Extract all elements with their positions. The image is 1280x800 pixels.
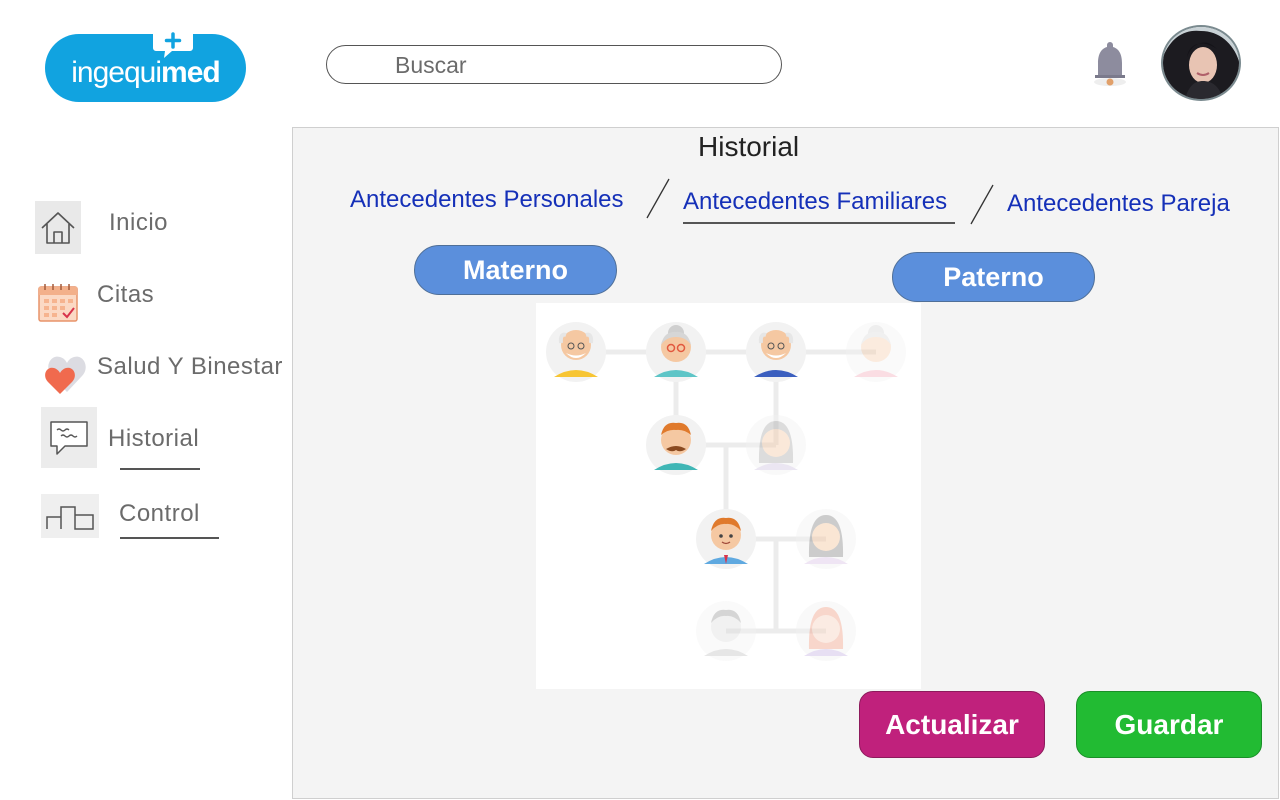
grandmother-avatar-icon <box>846 322 906 382</box>
sidebar-item-control[interactable]: Control <box>119 500 200 528</box>
search-input[interactable] <box>393 50 767 80</box>
save-button[interactable]: Guardar <box>1076 691 1262 758</box>
podium-icon[interactable] <box>41 494 99 538</box>
sidebar-item-citas[interactable]: Citas <box>97 281 154 309</box>
historial-underline <box>120 468 200 470</box>
user-photo <box>1163 27 1239 99</box>
grandmother-avatar-icon <box>646 322 706 382</box>
medical-chat-bubble-icon <box>153 30 193 58</box>
search-bar[interactable] <box>326 45 782 84</box>
daughter-avatar-icon <box>796 509 856 569</box>
paterno-button[interactable]: Paterno <box>892 252 1095 302</box>
brand-logo[interactable]: ingequimed <box>45 34 246 102</box>
sidebar-item-inicio[interactable]: Inicio <box>109 209 168 237</box>
user-avatar[interactable] <box>1161 25 1241 101</box>
sidebar-item-salud[interactable]: Salud Y Binestar <box>97 353 283 381</box>
materno-button[interactable]: Materno <box>414 245 617 295</box>
brand-logo-text: ingequimed <box>71 56 220 89</box>
grandson-avatar-icon <box>696 601 756 661</box>
calendar-icon[interactable] <box>35 280 81 326</box>
home-icon[interactable] <box>35 201 81 254</box>
tab-separator <box>646 178 670 219</box>
active-tab-underline <box>683 222 955 224</box>
father-avatar-icon <box>646 415 706 475</box>
update-button[interactable]: Actualizar <box>859 691 1045 758</box>
tab-antecedentes-familiares[interactable]: Antecedentes Familiares <box>683 188 947 216</box>
son-avatar-icon <box>696 509 756 569</box>
notification-bell-icon[interactable] <box>1088 38 1132 90</box>
grandfather-avatar-icon <box>546 322 606 382</box>
page-title: Historial <box>698 131 800 162</box>
sidebar-item-historial[interactable]: Historial <box>108 425 199 453</box>
granddaughter-avatar-icon <box>796 601 856 661</box>
tab-separator <box>970 184 994 225</box>
tab-antecedentes-pareja[interactable]: Antecedentes Pareja <box>1007 190 1230 218</box>
chat-icon[interactable] <box>41 407 97 468</box>
heart-icon[interactable] <box>42 348 92 398</box>
grandfather-avatar-icon <box>746 322 806 382</box>
family-tree-illustration <box>536 303 921 689</box>
control-underline <box>120 537 219 539</box>
mother-avatar-icon <box>746 415 806 475</box>
tab-antecedentes-personales[interactable]: Antecedentes Personales <box>350 186 624 214</box>
